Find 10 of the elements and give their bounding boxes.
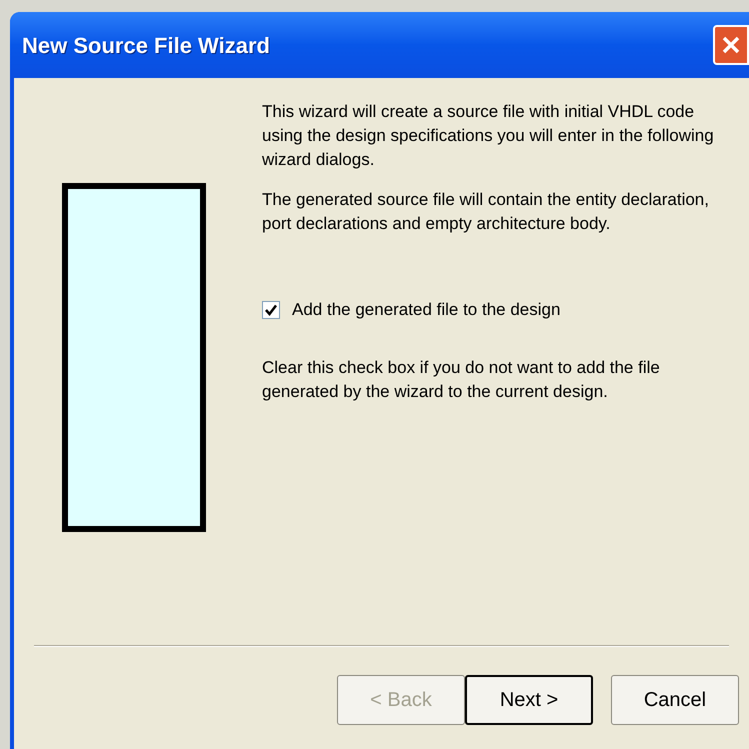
description-text: The generated source file will contain the entity declaration, port declarations and empty architecture body. bbox=[262, 189, 710, 235]
close-icon bbox=[721, 35, 741, 55]
description-text: This wizard will create a source file with initial VHDL code using the design specifications you will enter in the following wizard dialogs. bbox=[262, 101, 715, 171]
wizard-button[interactable]: Cancel bbox=[611, 675, 739, 725]
checkbox[interactable] bbox=[262, 301, 280, 319]
help-text: Clear this check box if you do not want to add the file generated by the wizard to the current design. bbox=[262, 357, 661, 403]
wizard-button[interactable]: Next > bbox=[465, 675, 593, 725]
close-button[interactable] bbox=[713, 25, 749, 65]
window-title: New Source File Wizard bbox=[22, 32, 270, 60]
checkbox-label: Add the generated file to the design bbox=[292, 299, 560, 321]
